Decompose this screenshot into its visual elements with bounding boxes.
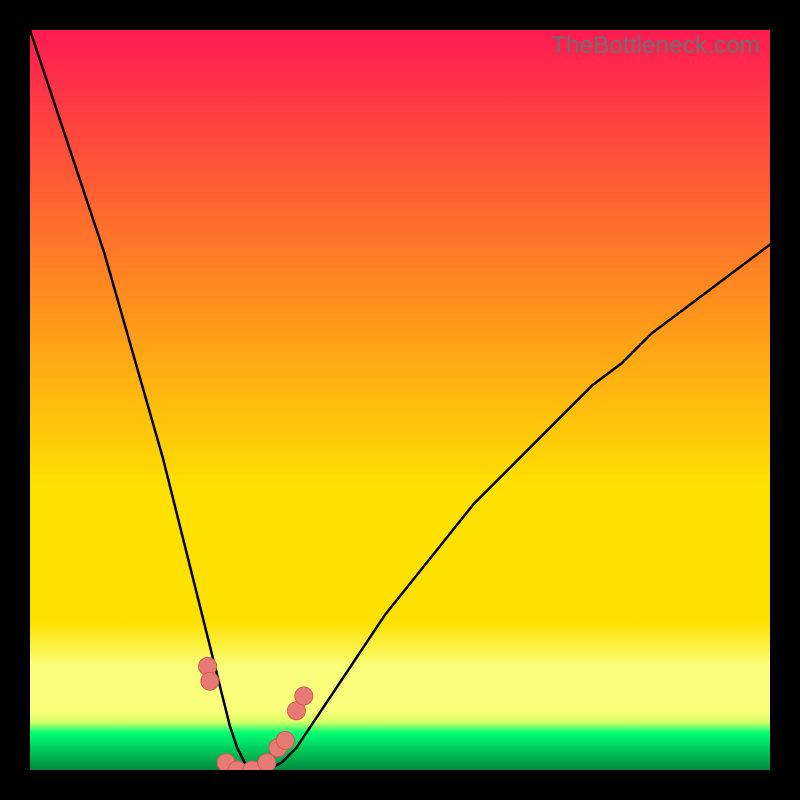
plot-area: TheBottleneck.com (30, 30, 770, 770)
outer-frame: TheBottleneck.com (0, 0, 800, 800)
marker-dot (295, 687, 313, 705)
watermark-text: TheBottleneck.com (551, 32, 760, 60)
bottleneck-chart (30, 30, 770, 770)
marker-group (199, 657, 313, 770)
marker-dot (258, 754, 276, 770)
bottleneck-curve-line (30, 30, 770, 770)
marker-dot (201, 672, 219, 690)
marker-dot (276, 731, 294, 749)
